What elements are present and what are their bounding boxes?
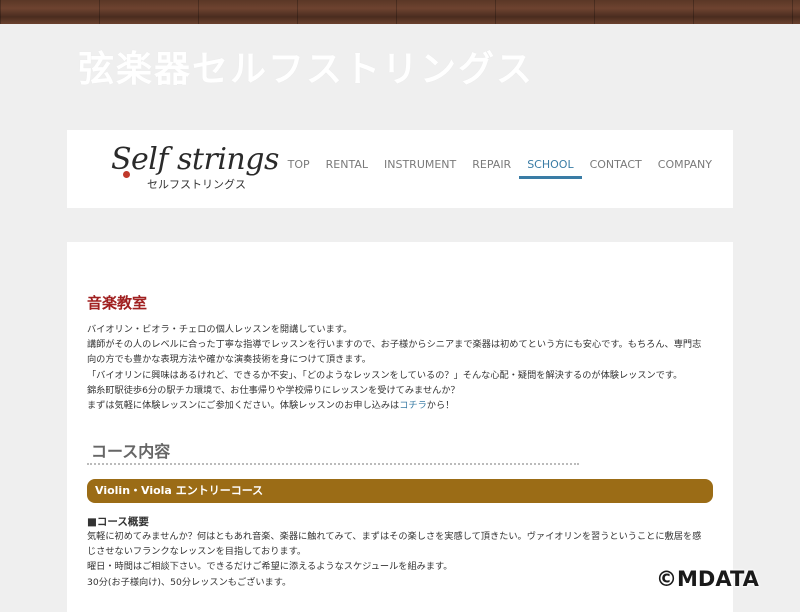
section-title: 音楽教室: [87, 294, 148, 312]
logo-sub-text: セルフストリングス: [147, 178, 246, 191]
nav-item-instrument[interactable]: INSTRUMENT: [376, 157, 464, 179]
watermark: ©MDATA: [656, 567, 759, 591]
course-heading: コース内容: [87, 438, 579, 465]
logo-dot-icon: [123, 171, 130, 178]
trial-lesson-link[interactable]: コチラ: [399, 400, 427, 411]
nav-item-repair[interactable]: REPAIR: [464, 157, 519, 179]
intro-line: 錦糸町駅徒歩6分の駅チカ環境で、お仕事帰りや学校帰りにレッスンを受けてみませんか…: [87, 384, 460, 396]
site-title: 弦楽器セルフストリングス: [78, 48, 535, 90]
intro-line-last: まずは気軽に体験レッスンにご参加ください。体験レッスンのお申し込みはコチラから！: [87, 398, 717, 413]
main-nav: TOP RENTAL INSTRUMENT REPAIR SCHOOL CONT…: [280, 157, 720, 179]
intro-line: 講師がその人のレベルに合った丁寧な指導でレッスンを行いますので、お子様からシニア…: [87, 339, 702, 351]
nav-item-school[interactable]: SCHOOL: [519, 157, 582, 179]
content-card: 音楽教室 バイオリン・ビオラ・チェロの個人レッスンを開講しています。 講師がその…: [67, 242, 733, 612]
nav-item-company[interactable]: COMPANY: [650, 157, 720, 179]
course-band-text: Violin・Viola エントリーコース: [95, 484, 264, 497]
intro-last-suffix: から！: [426, 400, 455, 412]
course-sub-heading: ■コース概要: [87, 516, 149, 528]
course-desc-line: 30分(お子様向け)、50分レッスンもございます。: [87, 576, 292, 588]
header-card: Self strings セルフストリングス TOP RENTAL INSTRU…: [67, 130, 733, 208]
intro-text: バイオリン・ビオラ・チェロの個人レッスンを開講しています。 講師がその人のレベル…: [87, 322, 717, 413]
logo-main-text: Self strings: [111, 142, 279, 177]
intro-line: バイオリン・ビオラ・チェロの個人レッスンを開講しています。: [87, 324, 353, 335]
course-band: Violin・Viola エントリーコース: [87, 479, 713, 503]
course-desc-line: 気軽に初めてみませんか？何はともあれ音楽、楽器に触れてみて、まずはその楽しさを実…: [87, 531, 702, 542]
intro-line: 向の方でも豊かな表現方法や確かな演奏技術を身につけて頂きます。: [87, 354, 371, 366]
course-desc-line: 曜日・時間はご相談下さい。できるだけご希望に添えるようなスケジュールを組みます。: [87, 561, 453, 573]
course-desc-line: じさせないフランクなレッスンを目指しております。: [87, 546, 307, 558]
site-logo[interactable]: Self strings セルフストリングス: [111, 142, 279, 198]
course-description: 気軽に初めてみませんか？何はともあれ音楽、楽器に触れてみて、まずはその楽しさを実…: [87, 529, 717, 590]
nav-item-top[interactable]: TOP: [280, 157, 318, 179]
intro-last-prefix: まずは気軽に体験レッスンにご参加ください。体験レッスンのお申し込みは: [87, 400, 400, 412]
nav-item-contact[interactable]: CONTACT: [582, 157, 650, 179]
nav-item-rental[interactable]: RENTAL: [318, 157, 376, 179]
wood-header-strip: [0, 0, 800, 24]
intro-line: 「バイオリンに興味はあるけれど、できるか不安」、「どのようなレッスンをしているの…: [87, 369, 683, 381]
course-heading-text: コース内容: [91, 442, 171, 461]
